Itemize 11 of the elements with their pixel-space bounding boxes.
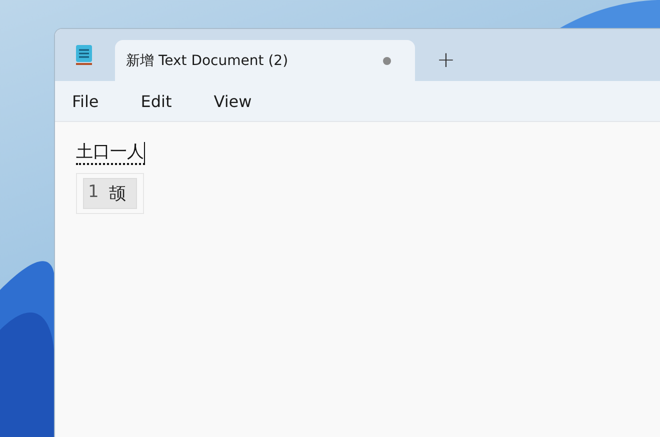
composition-text: 土口一人 [76,142,145,165]
new-tab-button[interactable]: + [431,43,461,77]
menu-item[interactable]: Edit [130,88,183,114]
menu-item[interactable]: File [61,88,110,114]
document-tab[interactable]: 新增 Text Document (2) [115,40,415,81]
tab-title: 新增 Text Document (2) [126,52,290,70]
candidate-item[interactable]: 1 颉 [83,178,137,209]
notepad-icon [75,44,93,66]
candidate-text: 颉 [108,183,126,205]
menu-item[interactable]: View [202,88,263,114]
candidate-number: 1 [88,182,99,204]
